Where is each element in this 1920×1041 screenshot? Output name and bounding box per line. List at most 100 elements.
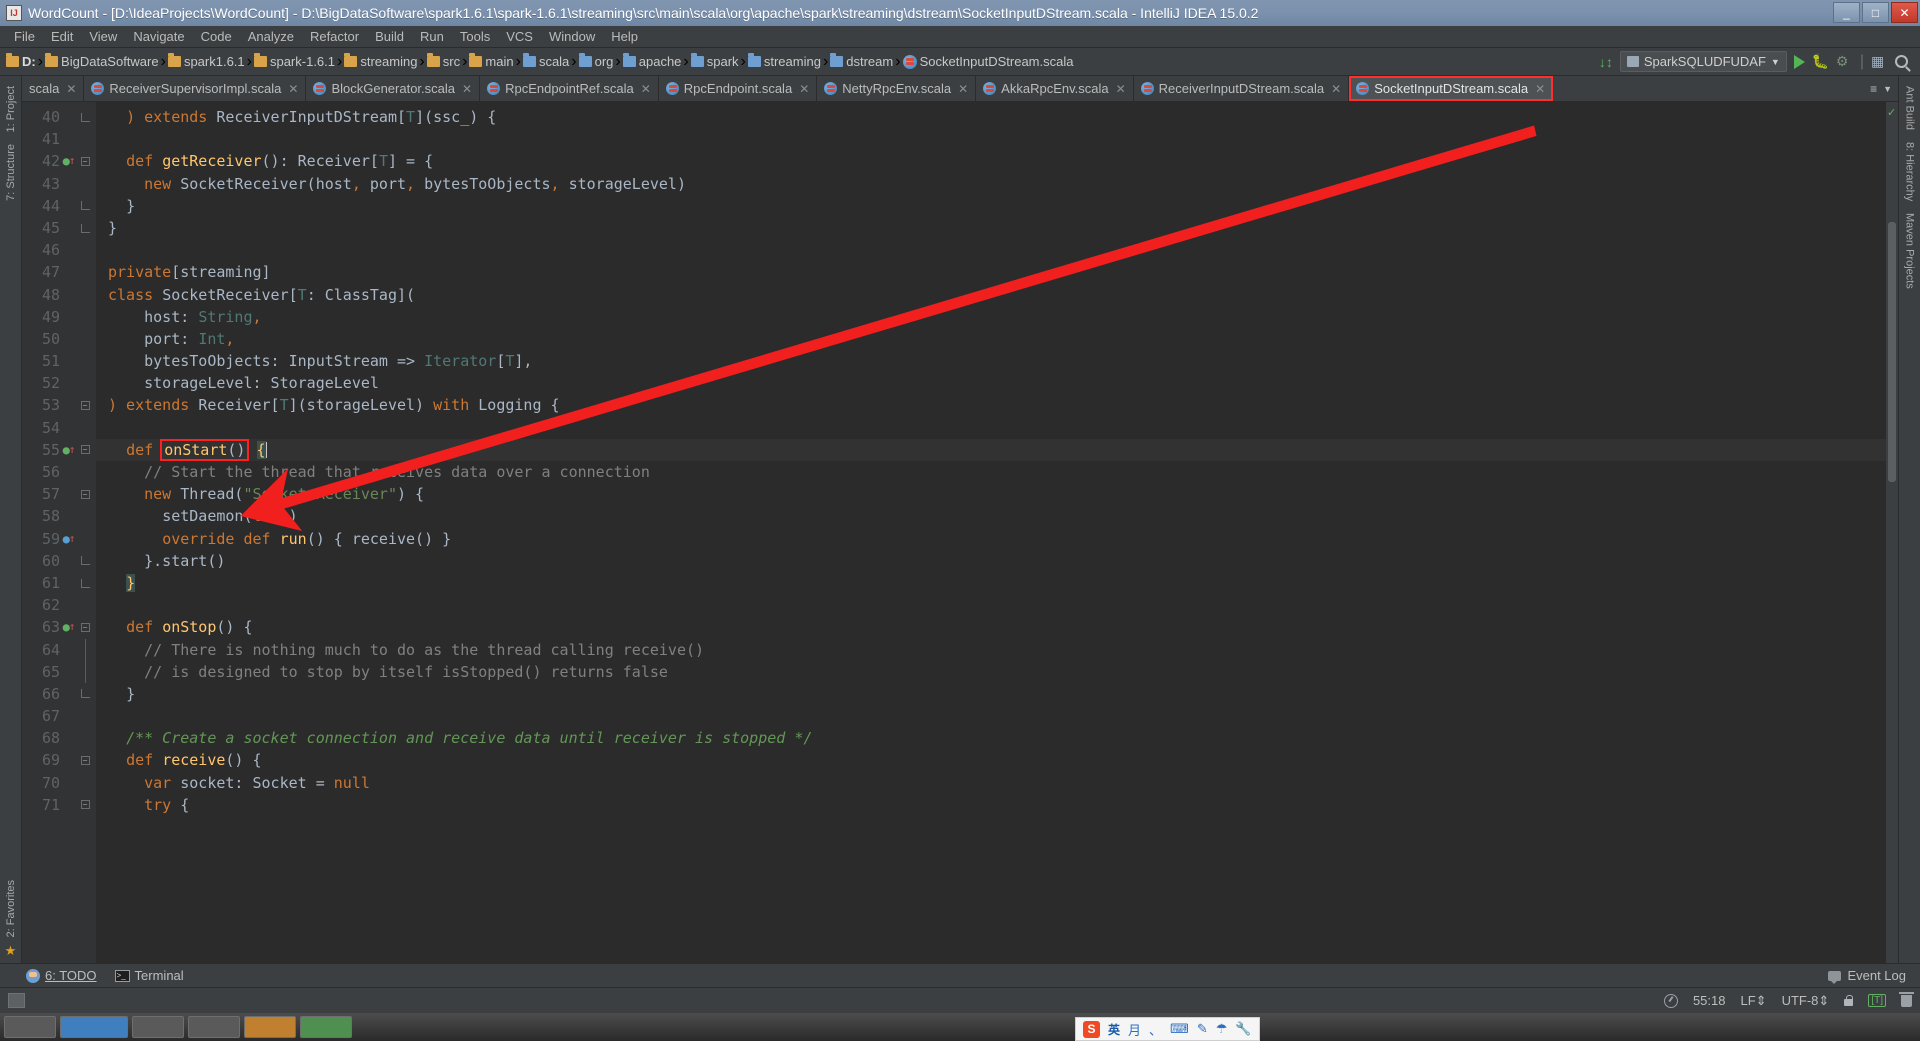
gutter-line[interactable]: 44 xyxy=(22,195,96,217)
menu-view[interactable]: View xyxy=(81,27,125,46)
close-icon[interactable]: ✕ xyxy=(1116,82,1126,96)
close-icon[interactable]: ✕ xyxy=(66,82,76,96)
menu-build[interactable]: Build xyxy=(367,27,412,46)
menu-refactor[interactable]: Refactor xyxy=(302,27,367,46)
gutter-line[interactable]: 60 xyxy=(22,550,96,572)
sogou-logo-icon[interactable]: S xyxy=(1083,1020,1100,1038)
gutter-line[interactable]: 42 ● ↑ − xyxy=(22,150,96,172)
sidebar-item-structure[interactable]: 7: Structure xyxy=(5,138,17,207)
fold-end-icon[interactable] xyxy=(80,556,90,566)
debug-button[interactable]: 🐛 xyxy=(1812,53,1829,70)
breadcrumb-item-org[interactable]: org xyxy=(577,53,616,69)
code-line[interactable]: } xyxy=(96,195,1886,217)
fold-end-icon[interactable] xyxy=(80,689,90,699)
close-button[interactable]: ✕ xyxy=(1891,2,1918,23)
code-line[interactable]: port: Int, xyxy=(96,328,1886,350)
editor-tab-receiverinputdstream-scala[interactable]: ReceiverInputDStream.scala ✕ xyxy=(1133,76,1350,101)
editor-tab-receiversupervisorimpl-scala[interactable]: ReceiverSupervisorImpl.scala ✕ xyxy=(84,76,307,101)
update-project-icon[interactable]: ↓↕ xyxy=(1599,54,1613,70)
gutter-line[interactable]: 54 xyxy=(22,417,96,439)
fold-end-icon[interactable] xyxy=(80,201,90,211)
gutter-line[interactable]: 49 xyxy=(22,306,96,328)
gutter-line[interactable]: 70 xyxy=(22,772,96,794)
gutter-line[interactable]: 59 ● ↑ xyxy=(22,528,96,550)
favorites-star-icon[interactable]: ★ xyxy=(5,943,17,963)
fold-collapse-icon[interactable]: − xyxy=(80,445,90,455)
menu-file[interactable]: File xyxy=(6,27,43,46)
ime-moon-icon[interactable]: 月 xyxy=(1128,1020,1141,1039)
editor-tab-rpcendpointref-scala[interactable]: RpcEndpointRef.scala ✕ xyxy=(480,76,659,101)
code-line[interactable] xyxy=(96,417,1886,439)
editor-scrollbar[interactable]: ✓ xyxy=(1886,102,1898,963)
menu-window[interactable]: Window xyxy=(541,27,603,46)
gutter-line[interactable]: 58 xyxy=(22,505,96,527)
close-icon[interactable]: ✕ xyxy=(462,82,472,96)
code-line[interactable] xyxy=(96,128,1886,150)
fold-collapse-icon[interactable]: − xyxy=(80,489,90,499)
taskbar-item-4[interactable] xyxy=(188,1016,240,1038)
close-icon[interactable]: ✕ xyxy=(958,82,968,96)
fold-collapse-icon[interactable]: − xyxy=(80,401,90,411)
gutter-line[interactable]: 40 xyxy=(22,106,96,128)
todo-badge[interactable]: [T] xyxy=(1868,994,1886,1007)
code-line[interactable]: ) extends Receiver[T](storageLevel) with… xyxy=(96,394,1886,416)
code-line[interactable]: host: String, xyxy=(96,306,1886,328)
fold-collapse-icon[interactable]: − xyxy=(80,622,90,632)
close-icon[interactable]: ✕ xyxy=(799,82,809,96)
code-line[interactable]: new Thread("Socket Receiver") { xyxy=(96,483,1886,505)
menu-help[interactable]: Help xyxy=(603,27,646,46)
gutter-line[interactable]: 47 xyxy=(22,261,96,283)
code-line[interactable]: setDaemon(true) xyxy=(96,505,1886,527)
taskbar-item-1[interactable] xyxy=(4,1016,56,1038)
code-line[interactable]: new SocketReceiver(host, port, bytesToOb… xyxy=(96,173,1886,195)
gutter-line[interactable]: 69 − xyxy=(22,749,96,771)
gutter-line[interactable]: 66 xyxy=(22,683,96,705)
gutter-line[interactable]: 64 xyxy=(22,638,96,661)
ime-settings-icon[interactable]: 🔧 xyxy=(1235,1021,1251,1037)
code-line[interactable]: } xyxy=(96,572,1886,594)
caret-position[interactable]: 55:18 xyxy=(1693,993,1726,1008)
code-line[interactable] xyxy=(96,594,1886,616)
editor-tab-scala[interactable]: scala ✕ xyxy=(22,76,85,101)
code-line[interactable]: // Start the thread that receives data o… xyxy=(96,461,1886,483)
code-line[interactable]: // is designed to stop by itself isStopp… xyxy=(96,661,1886,683)
fold-end-icon[interactable] xyxy=(80,223,90,233)
fold-end-icon[interactable] xyxy=(80,112,90,122)
code-line[interactable]: def onStop() { xyxy=(96,616,1886,638)
scrollbar-thumb[interactable] xyxy=(1888,222,1896,482)
gutter-line[interactable]: 50 xyxy=(22,328,96,350)
ime-mode-label[interactable]: 英 xyxy=(1108,1021,1120,1038)
breadcrumb-item-dstream[interactable]: dstream xyxy=(828,53,895,69)
fold-collapse-icon[interactable]: − xyxy=(80,756,90,766)
code-line[interactable] xyxy=(96,239,1886,261)
layout-button[interactable]: ▦ xyxy=(1871,53,1888,70)
editor-code-area[interactable]: ) extends ReceiverInputDStream[T](ssc_) … xyxy=(96,102,1886,963)
gutter-line[interactable]: 56 xyxy=(22,461,96,483)
gutter-line[interactable]: 43 xyxy=(22,173,96,195)
gutter-line[interactable]: 51 xyxy=(22,350,96,372)
code-line[interactable]: storageLevel: StorageLevel xyxy=(96,372,1886,394)
editor-tab-blockgenerator-scala[interactable]: BlockGenerator.scala ✕ xyxy=(306,76,481,101)
sidebar-item-project[interactable]: 1: Project xyxy=(5,80,17,138)
breadcrumb-item-main[interactable]: main xyxy=(467,53,515,69)
menu-tools[interactable]: Tools xyxy=(452,27,498,46)
editor-tab-rpcendpoint-scala[interactable]: RpcEndpoint.scala ✕ xyxy=(658,76,818,101)
close-icon[interactable]: ✕ xyxy=(288,82,298,96)
sidebar-item-maven-projects[interactable]: Maven Projects xyxy=(1904,207,1916,295)
tool-window-terminal[interactable]: >_ Terminal xyxy=(114,968,184,983)
trash-icon[interactable] xyxy=(1899,991,1914,1007)
menu-edit[interactable]: Edit xyxy=(43,27,81,46)
code-line[interactable]: class SocketReceiver[T: ClassTag]( xyxy=(96,284,1886,306)
code-line[interactable]: ) extends ReceiverInputDStream[T](ssc_) … xyxy=(96,106,1886,128)
gutter-line[interactable]: 62 xyxy=(22,594,96,616)
tab-list-icon[interactable]: ≡ xyxy=(1870,82,1877,96)
close-icon[interactable]: ✕ xyxy=(1535,82,1545,96)
gutter-line[interactable]: 52 xyxy=(22,372,96,394)
close-icon[interactable]: ✕ xyxy=(641,82,651,96)
taskbar-item-2[interactable] xyxy=(60,1016,128,1038)
sidebar-item-ant-build[interactable]: Ant Build xyxy=(1904,80,1916,136)
chevron-down-icon[interactable]: ▼ xyxy=(1883,84,1892,94)
gutter-line[interactable]: 46 xyxy=(22,239,96,261)
gutter-line[interactable]: 67 xyxy=(22,705,96,727)
read-write-lock-icon[interactable] xyxy=(1844,994,1854,1006)
